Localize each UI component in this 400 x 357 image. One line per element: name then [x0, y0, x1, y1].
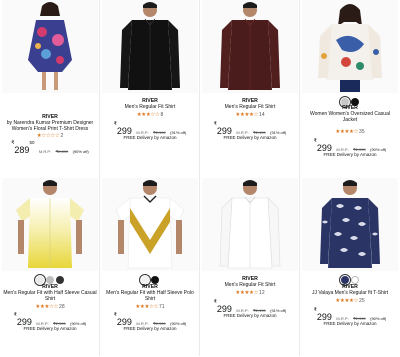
rating-count: 35 [359, 129, 365, 135]
product-card[interactable]: RIVER Men's Regular Fit Shirt ★★★★☆14 ₹2… [200, 0, 300, 178]
product-rating[interactable]: ★★★★☆35 [300, 129, 400, 135]
delivery-info: FREE Delivery by Amazon [23, 326, 77, 331]
delivery-info: FREE Delivery by Amazon [223, 313, 277, 318]
product-image-yellow-polo[interactable] [102, 178, 198, 271]
product-card[interactable]: RIVER JJ Valaya Men's Regular fit T-Shir… [300, 178, 400, 356]
product-image-floral-dress[interactable] [2, 0, 98, 93]
price-fraction: 50 [29, 140, 35, 145]
product-image-black-shirt[interactable] [102, 0, 198, 93]
swatch-black[interactable] [56, 275, 64, 284]
rating-count: 12 [259, 290, 265, 296]
product-image-white-shirt[interactable] [202, 178, 298, 271]
product-rating[interactable]: ★★★★☆14 [200, 112, 299, 118]
product-image-print-jacket[interactable] [302, 0, 398, 93]
swatch-white[interactable] [141, 275, 149, 284]
delivery-info: FREE Delivery by Amazon [223, 135, 277, 140]
star-rating-icon: ★★★★☆ [335, 298, 359, 304]
swatch-grey[interactable] [46, 275, 54, 284]
star-rating-icon: ★★★☆☆ [136, 112, 160, 118]
swatch-black[interactable] [151, 275, 159, 284]
delivery-info: FREE Delivery by Amazon [123, 135, 177, 140]
swatch-white[interactable] [351, 275, 359, 284]
product-card[interactable]: RIVER by Narendra Kumar Premium Designer… [0, 0, 100, 178]
star-rating-icon: ★★★★☆ [235, 112, 259, 118]
product-card[interactable]: RIVER Men's Regular Fit Shirt ★★★☆☆8 ₹29… [100, 0, 200, 178]
product-price: ₹28950 M.R.P: ₹2,899 (90% off) [0, 140, 99, 158]
delivery-info: FREE Delivery by Amazon [323, 321, 377, 326]
rating-count: 14 [259, 112, 265, 118]
product-card[interactable]: RIVER Men's Regular Fit with Half Sleeve… [0, 178, 100, 356]
discount-label: (90% off) [72, 149, 89, 154]
product-grid: RIVER by Narendra Kumar Premium Designer… [0, 0, 400, 357]
rating-count: 25 [359, 298, 365, 304]
color-swatches[interactable] [300, 271, 400, 284]
product-card[interactable]: RIVER Men's Regular Fit with Half Sleeve… [100, 178, 200, 356]
star-rating-icon: ★★★☆☆ [135, 304, 159, 310]
swatch-white[interactable] [36, 275, 44, 284]
rating-count: 8 [160, 112, 164, 118]
rating-count: 28 [59, 304, 65, 310]
product-rating[interactable]: ★☆☆☆☆2 [0, 133, 99, 139]
price-amount: 289 [14, 145, 30, 155]
star-rating-icon: ★☆☆☆☆ [36, 133, 60, 139]
product-rating[interactable]: ★★★☆☆28 [0, 304, 99, 310]
product-image-navy-print-tee[interactable] [302, 178, 398, 271]
color-swatches[interactable] [100, 271, 199, 284]
product-title[interactable]: Men's Regular Fit Shirt [203, 282, 297, 288]
product-title[interactable]: by Narendra Kumar Premium Designer Women… [3, 120, 97, 132]
product-title[interactable]: Men's Regular Fit Shirt [103, 104, 197, 110]
product-title[interactable]: Men's Regular Fit Shirt [203, 104, 297, 110]
delivery-info: FREE Delivery by Amazon [323, 152, 377, 157]
mrp-value: ₹2,899 [55, 149, 69, 154]
product-title[interactable]: Men's Regular Fit with Half Sleeve Polo … [103, 290, 197, 302]
product-card[interactable]: RIVER Women Women's Oversized Casual Jac… [300, 0, 400, 178]
product-image-yellow-shirt[interactable] [2, 178, 98, 271]
star-rating-icon: ★★★★☆ [335, 129, 359, 135]
product-title[interactable]: JJ Valaya Men's Regular fit T-Shirt [303, 290, 397, 296]
product-card[interactable]: RIVER Men's Regular Fit Shirt ★★★★☆12 ₹2… [200, 178, 300, 356]
rating-count: 2 [60, 133, 64, 139]
star-rating-icon: ★★★★☆ [235, 290, 259, 296]
product-image-maroon-shirt[interactable] [202, 0, 298, 93]
product-rating[interactable]: ★★★★☆25 [300, 298, 400, 304]
product-title[interactable]: Women Women's Oversized Casual Jacket [303, 111, 397, 123]
product-rating[interactable]: ★★★☆☆8 [100, 112, 199, 118]
product-rating[interactable]: ★★★☆☆71 [100, 304, 199, 310]
product-title[interactable]: Men's Regular Fit with Half Sleeve Casua… [3, 290, 97, 302]
delivery-info: FREE Delivery by Amazon [123, 326, 177, 331]
rating-count: 71 [159, 304, 165, 310]
color-swatches[interactable] [0, 271, 99, 284]
swatch-navy[interactable] [341, 275, 349, 284]
color-swatches[interactable] [300, 93, 400, 106]
star-rating-icon: ★★★☆☆ [35, 304, 59, 310]
mrp-label: M.R.P: [38, 149, 52, 154]
product-rating[interactable]: ★★★★☆12 [200, 290, 299, 296]
